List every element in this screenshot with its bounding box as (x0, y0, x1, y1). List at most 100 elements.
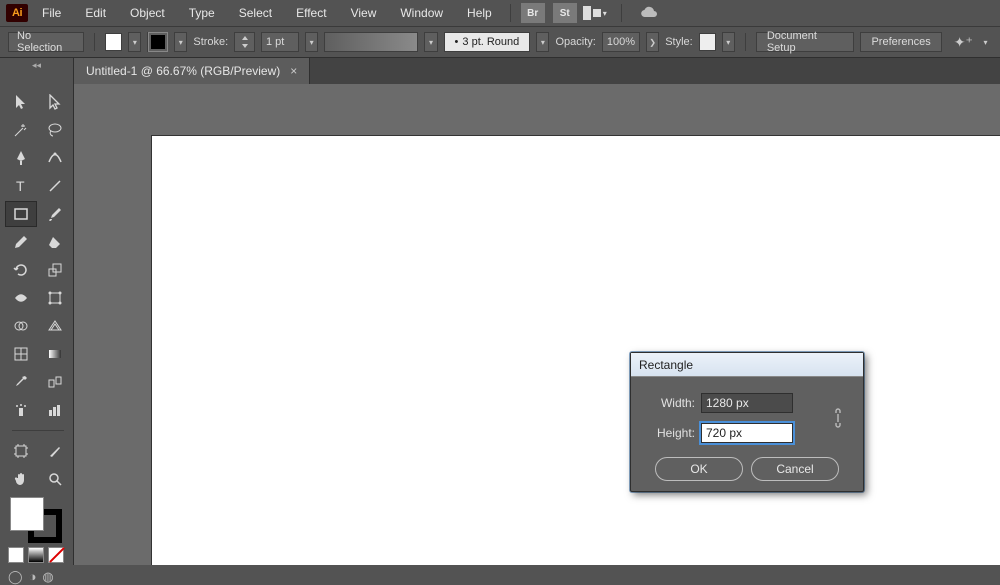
align-to-dropdown[interactable]: ▾ (979, 32, 992, 52)
line-segment-tool[interactable] (40, 174, 70, 198)
hand-tool[interactable] (6, 467, 36, 491)
work-area: T (0, 84, 1000, 565)
opacity-dropdown[interactable]: ❯ (646, 32, 659, 52)
width-label: Width: (645, 396, 695, 410)
stroke-weight-field[interactable]: 1 pt (261, 32, 299, 52)
fill-swatch[interactable] (105, 33, 122, 51)
slice-tool[interactable] (40, 439, 70, 463)
fill-dropdown[interactable]: ▾ (128, 32, 141, 52)
menu-window[interactable]: Window (390, 2, 453, 24)
rectangle-tool[interactable] (6, 202, 36, 226)
stroke-weight-dropdown[interactable]: ▾ (305, 32, 318, 52)
rotate-tool[interactable] (6, 258, 36, 282)
magic-wand-tool[interactable] (6, 118, 36, 142)
fill-color-icon[interactable] (10, 497, 44, 531)
stroke-label: Stroke: (193, 36, 228, 48)
symbol-sprayer-tool[interactable] (6, 398, 36, 422)
document-tab[interactable]: Untitled-1 @ 66.67% (RGB/Preview) × (74, 58, 310, 84)
align-to-icon[interactable]: ✦⁺ (954, 34, 973, 51)
eyedropper-tool[interactable] (6, 370, 36, 394)
pencil-tool[interactable] (6, 230, 36, 254)
selection-tool[interactable] (6, 90, 36, 114)
divider (745, 33, 746, 51)
canvas-area[interactable]: Rectangle Width: Height: OK Cancel (74, 84, 1000, 565)
constrain-proportions-icon[interactable] (831, 407, 845, 432)
eraser-tool[interactable] (40, 230, 70, 254)
artboard-tool[interactable] (6, 439, 36, 463)
width-tool[interactable] (6, 286, 36, 310)
paintbrush-tool[interactable] (40, 202, 70, 226)
document-tabstrip: ◂◂ Untitled-1 @ 66.67% (RGB/Preview) × (0, 58, 1000, 84)
scale-tool[interactable] (40, 258, 70, 282)
pen-tool[interactable] (6, 146, 36, 170)
app-logo-icon: Ai (6, 4, 28, 22)
bridge-button[interactable]: Br (521, 3, 545, 23)
menu-edit[interactable]: Edit (75, 2, 116, 24)
gradient-mode-button[interactable] (28, 547, 44, 563)
svg-text:T: T (16, 178, 25, 194)
brush-dropdown[interactable]: ▾ (536, 32, 549, 52)
cancel-button[interactable]: Cancel (751, 457, 839, 481)
opacity-label: Opacity: (555, 36, 595, 48)
selection-indicator: No Selection (8, 32, 84, 52)
width-field[interactable] (701, 393, 793, 413)
zoom-tool[interactable] (40, 467, 70, 491)
shape-builder-tool[interactable] (6, 314, 36, 338)
gradient-tool[interactable] (40, 342, 70, 366)
preferences-button[interactable]: Preferences (860, 32, 941, 52)
menu-bar: Ai File Edit Object Type Select Effect V… (0, 0, 1000, 26)
stroke-swatch[interactable] (147, 32, 168, 52)
height-field[interactable] (701, 423, 793, 443)
curvature-tool[interactable] (40, 146, 70, 170)
divider (621, 4, 622, 22)
sync-settings-icon[interactable] (640, 5, 658, 22)
menu-object[interactable]: Object (120, 2, 175, 24)
free-transform-tool[interactable] (40, 286, 70, 310)
none-mode-button[interactable] (48, 547, 64, 563)
opacity-field[interactable]: 100% (602, 32, 640, 52)
stock-button[interactable]: St (553, 3, 577, 23)
fill-stroke-control[interactable] (10, 497, 62, 543)
style-label: Style: (665, 36, 693, 48)
workspace-switcher[interactable]: ▾ (583, 4, 613, 22)
color-mode-button[interactable] (8, 547, 24, 563)
perspective-grid-tool[interactable] (40, 314, 70, 338)
mesh-tool[interactable] (6, 342, 36, 366)
dialog-titlebar[interactable]: Rectangle (631, 353, 863, 377)
graphic-style-swatch[interactable] (699, 33, 716, 51)
divider (510, 4, 511, 22)
direct-selection-tool[interactable] (40, 90, 70, 114)
draw-inside-icon[interactable]: ◍ (42, 569, 53, 585)
variable-width-profile[interactable] (324, 32, 418, 52)
rectangle-dialog: Rectangle Width: Height: OK Cancel (630, 352, 864, 492)
menu-effect[interactable]: Effect (286, 2, 336, 24)
menu-select[interactable]: Select (229, 2, 282, 24)
document-setup-button[interactable]: Document Setup (756, 32, 855, 52)
divider (94, 33, 95, 51)
tool-separator (12, 430, 64, 431)
draw-normal-icon[interactable]: ◯ (8, 569, 23, 585)
stroke-dropdown[interactable]: ▾ (174, 32, 187, 52)
variable-width-dropdown[interactable]: ▾ (424, 32, 437, 52)
ok-button[interactable]: OK (655, 457, 743, 481)
column-graph-tool[interactable] (40, 398, 70, 422)
panel-collapse-button[interactable]: ◂◂ (0, 58, 74, 84)
brush-label: 3 pt. Round (462, 36, 519, 48)
lasso-tool[interactable] (40, 118, 70, 142)
height-label: Height: (645, 426, 695, 440)
document-tab-title: Untitled-1 @ 66.67% (RGB/Preview) (86, 64, 280, 78)
menu-type[interactable]: Type (179, 2, 225, 24)
tools-panel: T (0, 84, 74, 565)
control-bar: No Selection ▾ ▾ Stroke: 1 pt ▾ ▾ •3 pt.… (0, 26, 1000, 58)
menu-file[interactable]: File (32, 2, 71, 24)
graphic-style-dropdown[interactable]: ▾ (722, 32, 735, 52)
menu-help[interactable]: Help (457, 2, 502, 24)
blend-tool[interactable] (40, 370, 70, 394)
artboard[interactable] (152, 136, 1000, 565)
brush-definition[interactable]: •3 pt. Round (444, 32, 531, 52)
type-tool[interactable]: T (6, 174, 36, 198)
stroke-weight-stepper[interactable] (234, 32, 255, 52)
menu-view[interactable]: View (341, 2, 387, 24)
draw-behind-icon[interactable]: ◑ (29, 569, 37, 585)
close-tab-icon[interactable]: × (290, 64, 297, 78)
